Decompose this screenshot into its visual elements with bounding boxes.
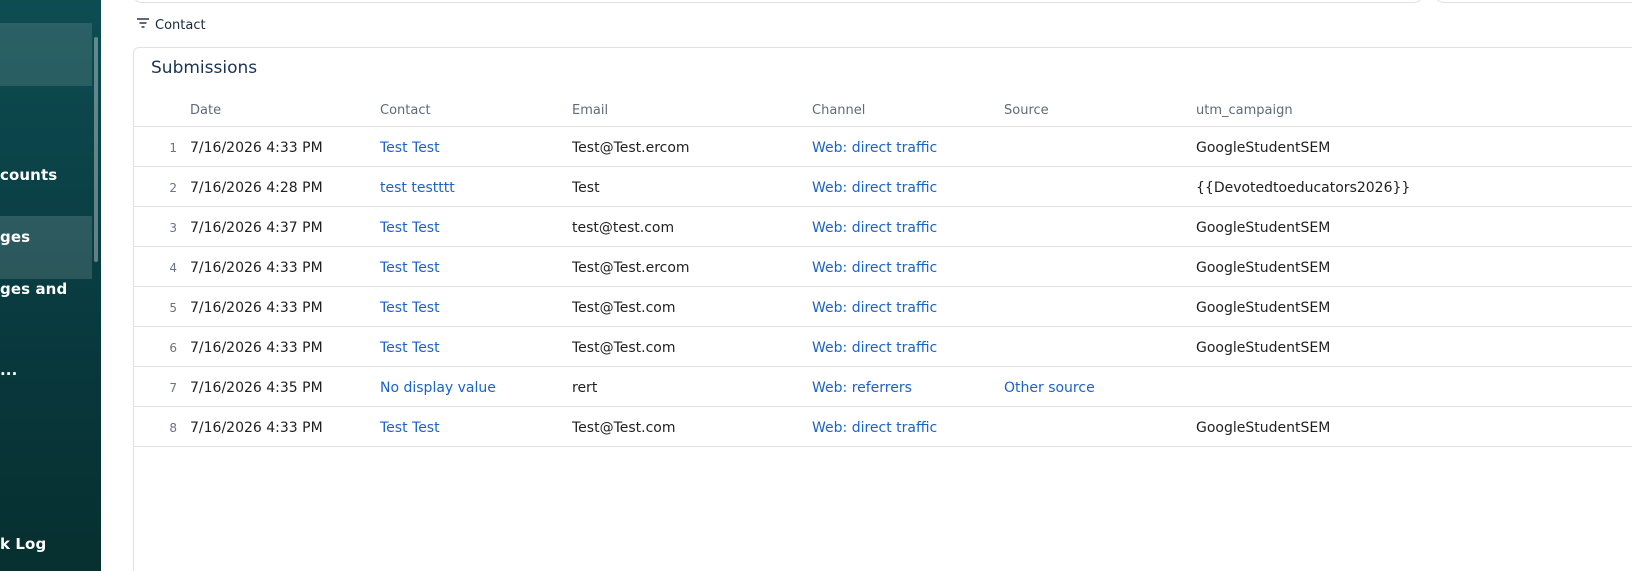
cell-date: 7/16/2026 4:28 PM bbox=[190, 180, 323, 196]
row-number: 5 bbox=[169, 301, 177, 315]
cell-channel-link[interactable]: Web: direct traffic bbox=[812, 140, 937, 156]
cell-utm-campaign: GoogleStudentSEM bbox=[1196, 420, 1331, 436]
table-row[interactable]: 8 7/16/2026 4:33 PM Test Test Test@Test.… bbox=[134, 407, 1632, 447]
submissions-title: Submissions bbox=[151, 58, 258, 78]
top-search-box[interactable] bbox=[132, 0, 1424, 3]
cell-contact-link[interactable]: Test Test bbox=[380, 260, 440, 276]
cell-email: Test@Test.ercom bbox=[572, 260, 690, 276]
table-row[interactable]: 2 7/16/2026 4:28 PM test testttt Test We… bbox=[134, 167, 1632, 207]
cell-channel-link[interactable]: Web: referrers bbox=[812, 380, 912, 396]
cell-contact-link[interactable]: No display value bbox=[380, 380, 496, 396]
sidebar-item-pages-and[interactable]: ges and bbox=[0, 280, 67, 298]
row-number: 2 bbox=[169, 181, 177, 195]
cell-channel-link[interactable]: Web: direct traffic bbox=[812, 180, 937, 196]
cell-email: Test@Test.com bbox=[572, 300, 676, 316]
cell-channel-link[interactable]: Web: direct traffic bbox=[812, 420, 937, 436]
app-root: counts ges ges and ... k Log Contact Sub… bbox=[0, 0, 1632, 571]
sidebar-active-item-top[interactable] bbox=[0, 23, 92, 86]
table-row[interactable]: 5 7/16/2026 4:33 PM Test Test Test@Test.… bbox=[134, 287, 1632, 327]
submissions-table: Date Contact Email Channel Source utm_ca… bbox=[134, 88, 1632, 447]
column-header-email[interactable]: Email bbox=[572, 103, 608, 118]
column-header-utm-campaign[interactable]: utm_campaign bbox=[1196, 103, 1293, 118]
cell-date: 7/16/2026 4:33 PM bbox=[190, 300, 323, 316]
sidebar-item-log[interactable]: k Log bbox=[0, 535, 46, 553]
cell-date: 7/16/2026 4:33 PM bbox=[190, 340, 323, 356]
cell-utm-campaign: GoogleStudentSEM bbox=[1196, 220, 1331, 236]
table-row[interactable]: 1 7/16/2026 4:33 PM Test Test Test@Test.… bbox=[134, 127, 1632, 167]
sidebar: counts ges ges and ... k Log bbox=[0, 0, 101, 571]
cell-contact-link[interactable]: Test Test bbox=[380, 140, 440, 156]
row-number: 7 bbox=[169, 381, 177, 395]
main-content: Contact Submissions Date Contact Email C… bbox=[101, 0, 1632, 571]
row-number: 6 bbox=[169, 341, 177, 355]
column-header-channel[interactable]: Channel bbox=[812, 103, 865, 118]
cell-date: 7/16/2026 4:33 PM bbox=[190, 140, 323, 156]
table-row[interactable]: 7 7/16/2026 4:35 PM No display value rer… bbox=[134, 367, 1632, 407]
column-header-date[interactable]: Date bbox=[190, 103, 221, 118]
cell-utm-campaign: GoogleStudentSEM bbox=[1196, 260, 1331, 276]
cell-email: Test bbox=[572, 180, 600, 196]
cell-email: Test@Test.com bbox=[572, 340, 676, 356]
cell-email: test@test.com bbox=[572, 220, 675, 236]
table-row[interactable]: 6 7/16/2026 4:33 PM Test Test Test@Test.… bbox=[134, 327, 1632, 367]
cell-email: Test@Test.ercom bbox=[572, 140, 690, 156]
cell-date: 7/16/2026 4:35 PM bbox=[190, 380, 323, 396]
cell-utm-campaign: GoogleStudentSEM bbox=[1196, 140, 1331, 156]
row-number: 4 bbox=[169, 261, 177, 275]
cell-contact-link[interactable]: Test Test bbox=[380, 300, 440, 316]
cell-date: 7/16/2026 4:33 PM bbox=[190, 260, 323, 276]
sidebar-item-pages[interactable]: ges bbox=[0, 228, 30, 246]
cell-channel-link[interactable]: Web: direct traffic bbox=[812, 300, 937, 316]
cell-channel-link[interactable]: Web: direct traffic bbox=[812, 220, 937, 236]
top-dropdown-box[interactable] bbox=[1434, 0, 1632, 3]
column-header-source[interactable]: Source bbox=[1004, 103, 1049, 118]
cell-date: 7/16/2026 4:33 PM bbox=[190, 420, 323, 436]
cell-date: 7/16/2026 4:37 PM bbox=[190, 220, 323, 236]
row-number: 8 bbox=[169, 421, 177, 435]
cell-utm-campaign: {{Devotedtoeducators2026}} bbox=[1196, 180, 1411, 196]
cell-utm-campaign: GoogleStudentSEM bbox=[1196, 300, 1331, 316]
sidebar-item-accounts[interactable]: counts bbox=[0, 166, 57, 184]
cell-contact-link[interactable]: test testttt bbox=[380, 180, 455, 196]
sidebar-scrollbar[interactable] bbox=[94, 37, 98, 262]
sidebar-item-more[interactable]: ... bbox=[0, 361, 17, 379]
column-header-contact[interactable]: Contact bbox=[380, 103, 431, 118]
submissions-card: Submissions Date Contact Email Channel S… bbox=[133, 47, 1632, 571]
contact-filter-label: Contact bbox=[155, 17, 206, 33]
cell-contact-link[interactable]: Test Test bbox=[380, 220, 440, 236]
cell-channel-link[interactable]: Web: direct traffic bbox=[812, 260, 937, 276]
table-row[interactable]: 4 7/16/2026 4:33 PM Test Test Test@Test.… bbox=[134, 247, 1632, 287]
cell-email: Test@Test.com bbox=[572, 420, 676, 436]
cell-utm-campaign: GoogleStudentSEM bbox=[1196, 340, 1331, 356]
cell-source-link[interactable]: Other source bbox=[1004, 380, 1095, 396]
cell-email: rert bbox=[572, 380, 598, 396]
contact-filter-button[interactable]: Contact bbox=[136, 15, 206, 35]
filter-icon bbox=[136, 16, 150, 34]
table-header: Date Contact Email Channel Source utm_ca… bbox=[134, 88, 1632, 127]
cell-channel-link[interactable]: Web: direct traffic bbox=[812, 340, 937, 356]
sidebar-item-pages-highlight[interactable] bbox=[0, 216, 92, 279]
cell-contact-link[interactable]: Test Test bbox=[380, 340, 440, 356]
row-number: 3 bbox=[169, 221, 177, 235]
cell-contact-link[interactable]: Test Test bbox=[380, 420, 440, 436]
row-number: 1 bbox=[169, 141, 177, 155]
table-row[interactable]: 3 7/16/2026 4:37 PM Test Test test@test.… bbox=[134, 207, 1632, 247]
